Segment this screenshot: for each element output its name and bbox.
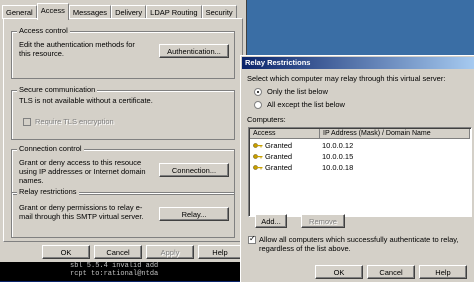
row-ip: 10.0.0.12 xyxy=(322,141,354,150)
relay-dialog-titlebar[interactable]: Relay Restrictions xyxy=(242,57,474,69)
access-control-title: Access control xyxy=(17,26,70,35)
list-item[interactable]: Granted 10.0.0.18 xyxy=(250,162,468,173)
tab-strip: General Access Messages Delivery LDAP Ro… xyxy=(2,3,237,20)
tab-security[interactable]: Security xyxy=(201,5,237,19)
secure-communication-group: Secure communication TLS is not availabl… xyxy=(11,85,235,140)
row-access: Granted xyxy=(265,163,293,172)
access-control-text: Edit the authentication methods for this… xyxy=(19,40,135,58)
relay-restrictions-text: Grant or deny permissions to relay e-mai… xyxy=(19,203,144,221)
terminal-window: sbl 5.5.4 invalid add rcpt to:rational@n… xyxy=(0,260,250,281)
column-header-access[interactable]: Access xyxy=(250,129,320,139)
all-except-label: All except the list below xyxy=(267,100,345,109)
tab-access[interactable]: Access xyxy=(36,3,69,20)
allow-authenticated-label: Allow all computers which successfully a… xyxy=(259,235,459,253)
tab-delivery[interactable]: Delivery xyxy=(111,5,147,19)
key-icon xyxy=(253,143,263,148)
key-icon xyxy=(253,154,263,159)
add-button[interactable]: Add... xyxy=(255,214,287,228)
smtp-properties-dialog: General Access Messages Delivery LDAP Ro… xyxy=(0,0,247,262)
relay-restrictions-title: Relay restrictions xyxy=(17,187,79,196)
tab-general[interactable]: General xyxy=(2,5,37,19)
access-control-group: Access control Edit the authentication m… xyxy=(11,26,235,79)
tab-ldap-routing[interactable]: LDAP Routing xyxy=(146,5,202,19)
connection-button[interactable]: Connection... xyxy=(159,163,229,177)
list-item[interactable]: Granted 10.0.0.15 xyxy=(250,151,468,162)
secure-communication-title: Secure communication xyxy=(17,85,98,94)
computers-label: Computers: xyxy=(247,115,286,124)
authentication-button[interactable]: Authentication... xyxy=(159,44,229,58)
ok-button[interactable]: OK xyxy=(42,245,90,259)
allow-authenticated-checkbox[interactable] xyxy=(248,234,256,244)
tls-status-text: TLS is not available without a certifica… xyxy=(19,96,153,105)
relay-button[interactable]: Relay... xyxy=(159,207,229,221)
key-icon xyxy=(253,165,263,170)
require-tls-label: Require TLS encryption xyxy=(35,117,114,126)
list-item[interactable]: Granted 10.0.0.12 xyxy=(250,140,468,151)
row-access: Granted xyxy=(265,141,293,150)
row-ip: 10.0.0.15 xyxy=(322,152,354,161)
terminal-line-1: sbl 5.5.4 invalid add xyxy=(70,262,159,270)
connection-control-title: Connection control xyxy=(17,144,84,153)
relay-restrictions-dialog: Relay Restrictions Select which computer… xyxy=(240,55,474,282)
relay-ok-button[interactable]: OK xyxy=(315,265,363,279)
cancel-button[interactable]: Cancel xyxy=(94,245,142,259)
column-header-ip[interactable]: IP Address (Mask) / Domain Name xyxy=(320,129,470,139)
remove-button[interactable]: Remove xyxy=(301,214,345,228)
relay-help-button[interactable]: Help xyxy=(419,265,467,279)
access-tab-panel: Access control Edit the authentication m… xyxy=(3,18,243,242)
help-button[interactable]: Help xyxy=(198,245,242,259)
row-ip: 10.0.0.18 xyxy=(322,163,354,172)
relay-instruction: Select which computer may relay through … xyxy=(247,74,446,83)
only-list-radio[interactable] xyxy=(254,88,262,96)
require-tls-checkbox[interactable] xyxy=(23,118,31,126)
only-list-label: Only the list below xyxy=(267,87,328,96)
connection-control-text: Grant or deny access to this resouce usi… xyxy=(19,158,146,185)
relay-restrictions-group: Relay restrictions Grant or deny permiss… xyxy=(11,187,235,238)
terminal-line-2: rcpt to:rational@ntda xyxy=(70,270,159,278)
relay-cancel-button[interactable]: Cancel xyxy=(367,265,415,279)
apply-button[interactable]: Apply xyxy=(146,245,194,259)
tab-messages[interactable]: Messages xyxy=(68,5,112,19)
row-access: Granted xyxy=(265,152,293,161)
all-except-radio[interactable] xyxy=(254,101,262,109)
relay-dialog-title: Relay Restrictions xyxy=(245,58,311,67)
computers-list[interactable]: Access IP Address (Mask) / Domain Name G… xyxy=(248,127,472,217)
